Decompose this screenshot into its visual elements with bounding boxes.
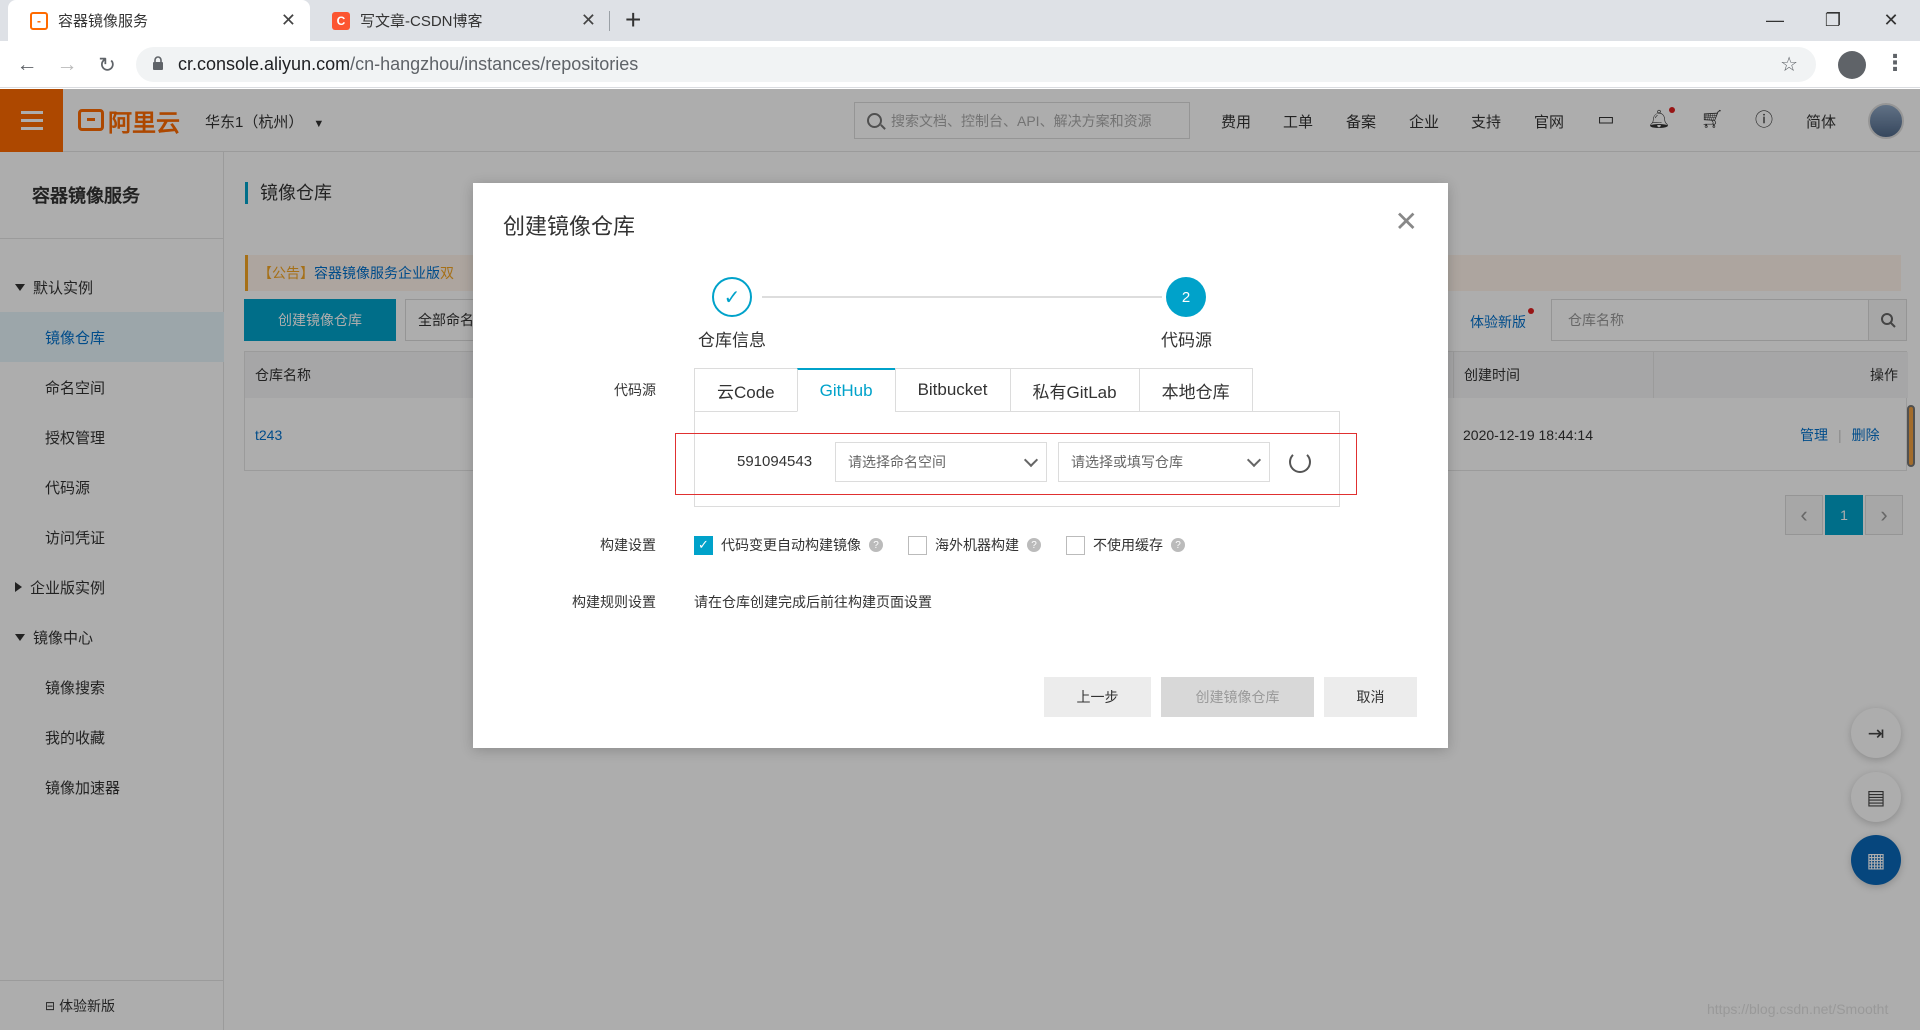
cancel-button[interactable]: 取消 <box>1324 677 1417 717</box>
watermark-text: https://blog.csdn.net/Smootht <box>1707 1001 1889 1017</box>
window-close-icon[interactable]: ✕ <box>1862 0 1920 41</box>
minimize-icon[interactable]: — <box>1746 0 1804 41</box>
create-repository-submit-button[interactable]: 创建镜像仓库 <box>1161 677 1314 717</box>
build-rules-text: 请在仓库创建完成后前往构建页面设置 <box>694 594 932 610</box>
build-settings-label: 构建设置 <box>600 537 656 553</box>
forward-icon[interactable]: → <box>52 50 82 80</box>
browser-menu-icon[interactable]: ⋮ <box>1884 50 1906 76</box>
checkbox-checked-icon[interactable]: ✓ <box>694 535 713 555</box>
tab-panel-border <box>1170 411 1340 412</box>
reload-icon[interactable]: ↻ <box>92 50 122 80</box>
aliyun-icon: - <box>30 11 48 30</box>
profile-icon[interactable] <box>1838 51 1866 79</box>
checkbox-icon[interactable] <box>1066 535 1085 555</box>
tab-yuncode[interactable]: 云Code <box>694 368 797 412</box>
back-icon[interactable]: ← <box>12 50 42 80</box>
help-icon[interactable]: ? <box>1027 538 1041 552</box>
url-path: /cn-hangzhou/instances/repositories <box>350 54 639 74</box>
repository-select[interactable]: 请选择或填写仓库 <box>1058 442 1270 482</box>
step-1-label: 仓库信息 <box>698 331 766 350</box>
chevron-down-icon <box>1023 452 1039 468</box>
browser-tab-aliyun[interactable]: - 容器镜像服务 ✕ <box>8 0 310 41</box>
step-2-circle: 2 <box>1166 277 1206 317</box>
step-connector <box>762 296 1162 298</box>
tab-bitbucket[interactable]: Bitbucket <box>894 368 1010 412</box>
tab-divider <box>609 11 610 31</box>
chevron-down-icon <box>1246 452 1262 468</box>
close-icon[interactable]: ✕ <box>1395 205 1418 238</box>
namespace-select[interactable]: 请选择命名空间 <box>835 442 1047 482</box>
no-cache-checkbox[interactable]: 不使用缓存 ? <box>1066 535 1185 555</box>
tab-github[interactable]: GitHub <box>796 368 895 412</box>
url-host: cr.console.aliyun.com <box>178 54 351 74</box>
browser-toolbar: ← → ↻ cr.console.aliyun.com/cn-hangzhou/… <box>0 41 1920 88</box>
bookmark-star-icon[interactable]: ☆ <box>1780 52 1798 77</box>
csdn-icon: C <box>332 11 350 30</box>
code-source-tabs: 云Code GitHub Bitbucket 私有GitLab 本地仓库 <box>694 368 1253 412</box>
step-1-check-icon: ✓ <box>712 277 752 317</box>
prev-step-button[interactable]: 上一步 <box>1044 677 1151 717</box>
help-icon[interactable]: ? <box>869 538 883 552</box>
tab-title: 容器镜像服务 <box>58 13 149 30</box>
refresh-icon[interactable] <box>1289 451 1311 473</box>
tab-local-repo[interactable]: 本地仓库 <box>1138 368 1253 412</box>
lock-icon <box>153 56 163 70</box>
close-tab-icon[interactable]: ✕ <box>581 10 596 31</box>
auto-build-checkbox[interactable]: ✓ 代码变更自动构建镜像 ? <box>694 535 883 555</box>
restore-icon[interactable]: ❐ <box>1804 0 1862 41</box>
close-tab-icon[interactable]: ✕ <box>281 10 296 31</box>
tab-private-gitlab[interactable]: 私有GitLab <box>1009 368 1139 412</box>
address-bar[interactable]: cr.console.aliyun.com/cn-hangzhou/instan… <box>136 47 1816 82</box>
create-repository-dialog: 创建镜像仓库 ✕ ✓ 仓库信息 2 代码源 代码源 云Code GitHub B… <box>473 183 1448 748</box>
tab-title: 写文章-CSDN博客 <box>360 13 483 30</box>
browser-tab-csdn[interactable]: C 写文章-CSDN博客 ✕ <box>310 0 610 41</box>
checkbox-icon[interactable] <box>908 535 927 555</box>
step-2-label: 代码源 <box>1161 331 1212 350</box>
dialog-title: 创建镜像仓库 <box>503 214 636 239</box>
help-icon[interactable]: ? <box>1171 538 1185 552</box>
new-tab-icon[interactable]: + <box>625 4 641 36</box>
browser-tabbar: - 容器镜像服务 ✕ C 写文章-CSDN博客 ✕ + — ❐ ✕ <box>0 0 1920 41</box>
github-account: 591094543 <box>737 453 813 470</box>
build-rules-label: 构建规则设置 <box>572 594 656 610</box>
overseas-build-checkbox[interactable]: 海外机器构建 ? <box>908 535 1041 555</box>
code-source-label: 代码源 <box>614 382 656 398</box>
